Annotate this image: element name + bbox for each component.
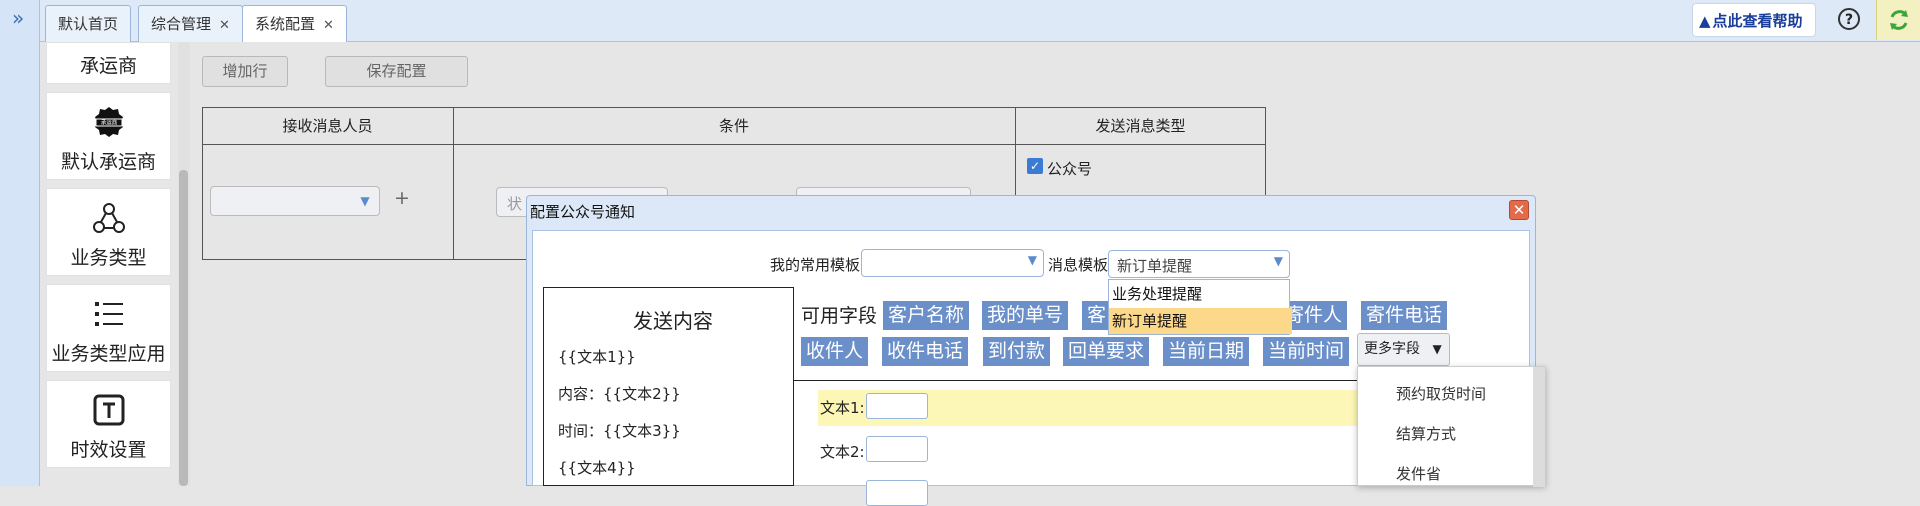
field-tag[interactable]: 收件人 [801, 337, 869, 366]
send-content-line: 内容：{{文本2}} [558, 385, 681, 403]
help-label: 点此查看帮助 [1712, 12, 1803, 30]
text1-input[interactable] [866, 393, 928, 419]
list-icon [92, 297, 126, 335]
text3-input[interactable] [866, 480, 928, 506]
tab-label: 默认首页 [58, 15, 119, 33]
sidebar-item-label: 时效设置 [70, 439, 147, 461]
carrier-badge-icon: 承运商 [92, 105, 126, 143]
message-template-label: 消息模板 [1048, 256, 1109, 274]
status-select-placeholder: 状 [507, 195, 523, 213]
question-circle-icon[interactable]: ? [1838, 8, 1860, 30]
send-content-line: {{文本1}} [558, 348, 636, 366]
common-template-label: 我的常用模板 [770, 256, 861, 274]
add-row-button[interactable]: 增加行 [202, 56, 288, 87]
receiver-select[interactable]: ▼ [210, 186, 380, 216]
send-content-title: 发送内容 [633, 309, 713, 333]
sidebar-item-label: 业务类型 [70, 247, 147, 269]
wechat-checkbox-label: 公众号 [1047, 160, 1093, 178]
double-chevron-right-icon[interactable]: » [12, 6, 24, 30]
tab-management[interactable]: 综合管理 ✕ [138, 5, 243, 42]
caret-down-icon: ▼ [1432, 342, 1442, 356]
t-box-icon [92, 393, 126, 431]
sidebar-item-timeliness[interactable]: 时效设置 [46, 380, 171, 468]
field-tag[interactable]: 我的单号 [982, 301, 1069, 330]
more-fields-dropdown: 预约取货时间 结算方式 发件省 [1357, 366, 1546, 487]
nodes-icon [92, 201, 126, 239]
text-input-label: 文本2: [820, 443, 865, 461]
tab-home[interactable]: 默认首页 [45, 5, 132, 42]
more-field-option[interactable]: 预约取货时间 [1396, 383, 1486, 404]
wechat-checkbox[interactable]: ✓ [1027, 158, 1043, 174]
template-dropdown: 业务处理提醒 新订单提醒 [1108, 279, 1292, 335]
dialog-title: 配置公众号通知 [530, 203, 636, 221]
more-field-option[interactable]: 结算方式 [1396, 423, 1456, 444]
close-icon[interactable]: ✕ [219, 18, 230, 33]
field-tag[interactable]: 回单要求 [1063, 337, 1150, 366]
close-icon[interactable]: ✕ [323, 18, 334, 33]
refresh-button[interactable] [1876, 0, 1920, 40]
sidebar-item-business-type-app[interactable]: 业务类型应用 [46, 284, 171, 372]
message-template-select[interactable]: 新订单提醒 ▼ [1108, 250, 1290, 278]
table-header: 条件 [453, 107, 1015, 145]
field-tag[interactable]: 到付款 [983, 337, 1051, 366]
help-button[interactable]: ▲ 点此查看帮助 [1692, 3, 1816, 37]
warning-icon: ▲ [1699, 12, 1711, 30]
field-tag[interactable]: 客户名称 [883, 301, 970, 330]
chevron-down-icon: ▼ [360, 194, 370, 208]
common-template-select[interactable]: ▼ [861, 249, 1044, 277]
more-fields-label: 更多字段 [1364, 341, 1420, 357]
refresh-icon [1890, 10, 1908, 30]
send-content-line: {{文本4}} [558, 459, 636, 477]
sidebar-expand-strip[interactable]: » [0, 0, 40, 486]
sidebar-item-default-carrier[interactable]: 承运商 默认承运商 [46, 92, 171, 180]
table-header: 接收消息人员 [202, 107, 453, 145]
tab-label: 综合管理 [151, 15, 212, 33]
field-tag[interactable]: 当前时间 [1263, 337, 1350, 366]
add-receiver-plus[interactable]: + [394, 187, 410, 209]
tab-label: 系统配置 [255, 15, 316, 33]
more-field-option[interactable]: 发件省 [1396, 463, 1441, 484]
carrier-badge-text: 承运商 [100, 119, 117, 127]
sidebar-scrollbar[interactable] [178, 42, 190, 486]
template-option[interactable]: 业务处理提醒 [1109, 281, 1292, 307]
available-fields-label: 可用字段 [801, 305, 878, 327]
template-option-selected[interactable]: 新订单提醒 [1109, 308, 1292, 334]
chevron-down-icon: ▼ [1027, 253, 1037, 267]
table-divider [453, 107, 454, 260]
sidebar-item-business-type[interactable]: 业务类型 [46, 188, 171, 276]
sidebar-item-label: 默认承运商 [60, 151, 156, 173]
field-tag[interactable]: 寄件电话 [1361, 301, 1448, 330]
field-tag[interactable]: 客 [1082, 301, 1112, 330]
chevron-down-icon: ▼ [1273, 254, 1283, 268]
message-template-value: 新订单提醒 [1117, 257, 1193, 275]
sidebar-item-label: 承运商 [79, 55, 137, 77]
dropdown-scrollbar[interactable] [1533, 367, 1545, 487]
table-header: 发送消息类型 [1015, 107, 1266, 145]
more-fields-button[interactable]: 更多字段 ▼ [1357, 333, 1450, 366]
scrollbar-thumb[interactable] [179, 170, 188, 486]
save-config-button[interactable]: 保存配置 [325, 56, 468, 87]
close-icon[interactable]: ✕ [1509, 200, 1529, 220]
field-tag[interactable]: 收件电话 [882, 337, 969, 366]
tab-system-config[interactable]: 系统配置 ✕ [242, 5, 347, 43]
field-tag[interactable]: 当前日期 [1163, 337, 1250, 366]
sidebar-item-label: 业务类型应用 [51, 343, 166, 365]
text2-input[interactable] [866, 436, 928, 462]
text-input-label: 文本1: [820, 399, 865, 417]
send-content-line: 时间：{{文本3}} [558, 422, 681, 440]
sidebar-item-carrier[interactable]: 承运商 [46, 42, 171, 84]
